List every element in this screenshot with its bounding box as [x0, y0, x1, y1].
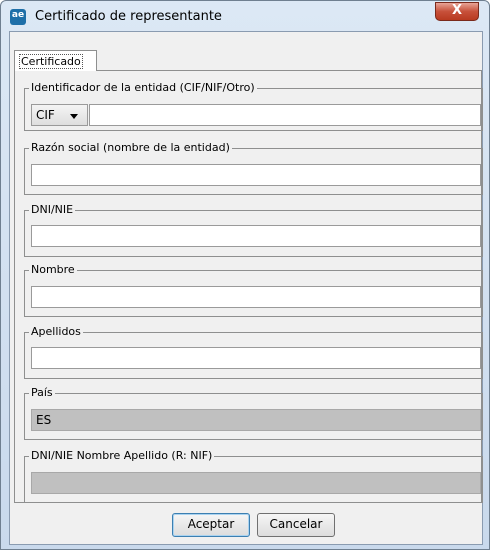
resumen-field [31, 472, 481, 494]
group-legend: País [29, 386, 55, 400]
group-legend: Apellidos [29, 325, 83, 339]
id-type-value: CIF [36, 108, 55, 122]
apellidos-input[interactable] [31, 347, 481, 369]
tab-label: Certificado [19, 54, 83, 69]
pais-field: ES [31, 409, 481, 431]
group-legend: Nombre [29, 263, 77, 277]
group-legend: DNI/NIE [29, 203, 76, 217]
dni-nie-input[interactable] [31, 225, 481, 247]
group-legend: Razón social (nombre de la entidad) [29, 141, 232, 155]
identificador-input[interactable] [89, 104, 481, 126]
tab-certificado[interactable]: Certificado [14, 50, 97, 71]
close-button[interactable]: X [435, 2, 479, 21]
title-bar[interactable]: ae Certificado de representante X [1, 1, 489, 31]
window-title: Certificado de representante [35, 9, 222, 24]
cancel-button[interactable]: Cancelar [257, 513, 335, 537]
nombre-input[interactable] [31, 286, 481, 308]
razon-social-input[interactable] [31, 164, 481, 186]
group-legend: DNI/NIE Nombre Apellido (R: NIF) [29, 449, 215, 463]
chevron-down-icon [70, 114, 78, 119]
accept-button[interactable]: Aceptar [172, 513, 250, 537]
app-icon: ae [10, 9, 26, 25]
id-type-select[interactable]: CIF [31, 104, 88, 126]
group-legend: Identificador de la entidad (CIF/NIF/Otr… [29, 81, 257, 95]
